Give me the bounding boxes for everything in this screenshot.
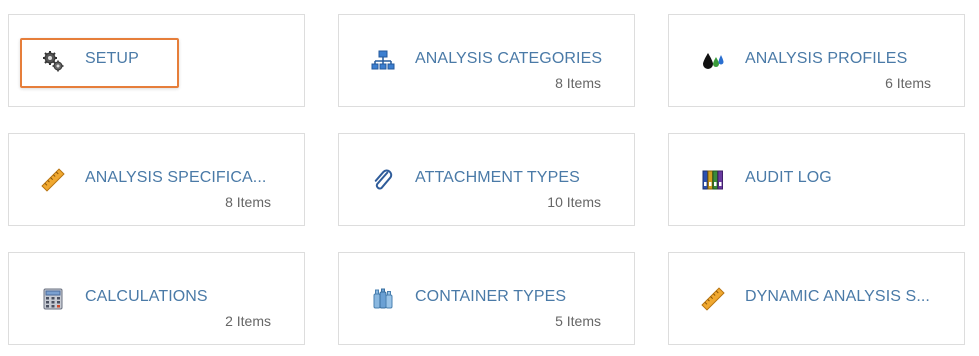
tile-setup-focus: SETUP: [20, 38, 179, 88]
drops-icon: [701, 49, 725, 73]
calculator-icon: [41, 287, 65, 311]
tile-analysis-categories[interactable]: ANALYSIS CATEGORIES 8 Items: [338, 14, 635, 107]
tile-title: ANALYSIS PROFILES: [745, 50, 908, 67]
tile-analysis-profiles[interactable]: ANALYSIS PROFILES 6 Items: [668, 14, 965, 107]
tile-title: ATTACHMENT TYPES: [415, 169, 580, 186]
tile-count: 6 Items: [885, 75, 931, 91]
tile-count: 5 Items: [555, 313, 601, 329]
tile-audit-log[interactable]: AUDIT LOG: [668, 133, 965, 226]
tile-attachment-types[interactable]: ATTACHMENT TYPES 10 Items: [338, 133, 635, 226]
tile-title: ANALYSIS SPECIFICA...: [85, 169, 267, 186]
setup-grid: SETUP ANALYSIS CATEGORIES 8 Items ANALYS…: [0, 0, 979, 356]
tile-title: SETUP: [85, 50, 139, 67]
hierarchy-icon: [371, 49, 395, 73]
tile-calculations[interactable]: CALCULATIONS 2 Items: [8, 252, 305, 345]
tile-container-types[interactable]: CONTAINER TYPES 5 Items: [338, 252, 635, 345]
tile-count: 10 Items: [547, 194, 601, 210]
tile-title: ANALYSIS CATEGORIES: [415, 50, 603, 67]
tile-title: CONTAINER TYPES: [415, 288, 567, 305]
bottles-icon: [371, 287, 395, 311]
tile-analysis-specifications[interactable]: ANALYSIS SPECIFICA... 8 Items: [8, 133, 305, 226]
tile-title: CALCULATIONS: [85, 288, 208, 305]
ruler-icon: [701, 287, 725, 311]
tile-setup[interactable]: SETUP: [8, 14, 305, 107]
tile-title: AUDIT LOG: [745, 169, 832, 186]
tile-count: 8 Items: [555, 75, 601, 91]
ruler-icon: [41, 168, 65, 192]
gears-icon: [41, 49, 65, 73]
tile-title: DYNAMIC ANALYSIS S...: [745, 288, 930, 305]
paperclip-icon: [371, 168, 395, 192]
tile-count: 8 Items: [225, 194, 271, 210]
tile-dynamic-analysis-specifications[interactable]: DYNAMIC ANALYSIS S...: [668, 252, 965, 345]
tile-count: 2 Items: [225, 313, 271, 329]
binders-icon: [701, 168, 725, 192]
